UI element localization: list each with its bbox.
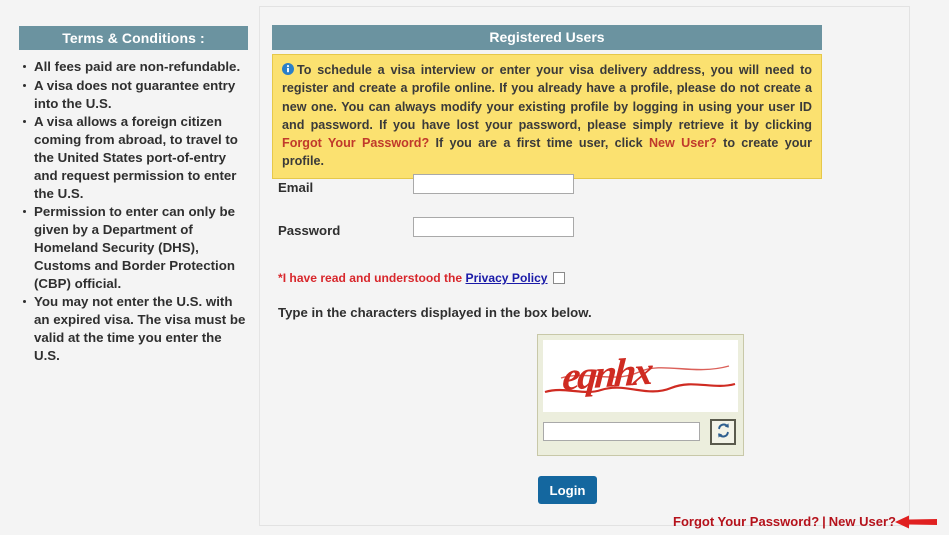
email-label: Email <box>278 180 314 195</box>
captcha-image: eqnhx <box>543 340 738 412</box>
info-notice: To schedule a visa interview or enter yo… <box>272 54 822 179</box>
captcha-challenge-text: eqnhx <box>561 348 653 399</box>
new-user-inline-link[interactable]: New User? <box>649 136 717 150</box>
terms-header: Terms & Conditions : <box>19 26 248 50</box>
privacy-policy-checkbox[interactable] <box>552 272 565 284</box>
forgot-password-link[interactable]: Forgot Your Password? <box>673 514 819 529</box>
privacy-consent-text: *I have read and understood the <box>278 271 466 285</box>
registered-users-panel: Registered Users To schedule a visa inte… <box>261 6 937 529</box>
refresh-icon <box>715 422 732 442</box>
list-item: A visa allows a foreign citizen coming f… <box>23 113 249 202</box>
panel-title: Registered Users <box>272 25 822 50</box>
list-item: Permission to enter can only be given by… <box>23 203 249 292</box>
notice-text-part1: To schedule a visa interview or enter yo… <box>282 63 812 132</box>
email-row: Email <box>272 169 872 212</box>
notice-text-part2: If you are a first time user, click <box>429 136 649 151</box>
terms-sidebar: Terms & Conditions : All fees paid are n… <box>8 6 260 526</box>
links-separator: | <box>822 514 826 529</box>
password-input[interactable] <box>413 217 574 237</box>
password-label: Password <box>278 223 341 238</box>
privacy-consent-row: *I have read and understood the Privacy … <box>278 271 565 285</box>
list-item: You may not enter the U.S. with an expir… <box>23 293 249 364</box>
info-icon <box>282 62 294 75</box>
footer-links: Forgot Your Password? | New User? <box>673 514 896 529</box>
captcha-instruction: Type in the characters displayed in the … <box>278 305 592 320</box>
captcha-refresh-button[interactable] <box>710 419 736 445</box>
list-item: A visa does not guarantee entry into the… <box>23 77 249 113</box>
captcha-input-row <box>543 419 740 447</box>
terms-list: All fees paid are non-refundable. A visa… <box>8 58 259 365</box>
email-input[interactable] <box>413 174 574 194</box>
login-form: Email Password <box>272 169 872 255</box>
captcha-container: eqnhx <box>537 334 744 456</box>
password-row: Password <box>272 212 872 255</box>
forgot-password-inline-link[interactable]: Forgot Your Password? <box>282 136 429 150</box>
new-user-link[interactable]: New User? <box>829 514 896 529</box>
list-item: All fees paid are non-refundable. <box>23 58 249 76</box>
login-page: Terms & Conditions : All fees paid are n… <box>0 0 949 532</box>
red-arrow-annotation <box>895 514 937 530</box>
login-button[interactable]: Login <box>538 476 597 504</box>
captcha-input[interactable] <box>543 422 700 441</box>
privacy-policy-link[interactable]: Privacy Policy <box>466 271 548 285</box>
